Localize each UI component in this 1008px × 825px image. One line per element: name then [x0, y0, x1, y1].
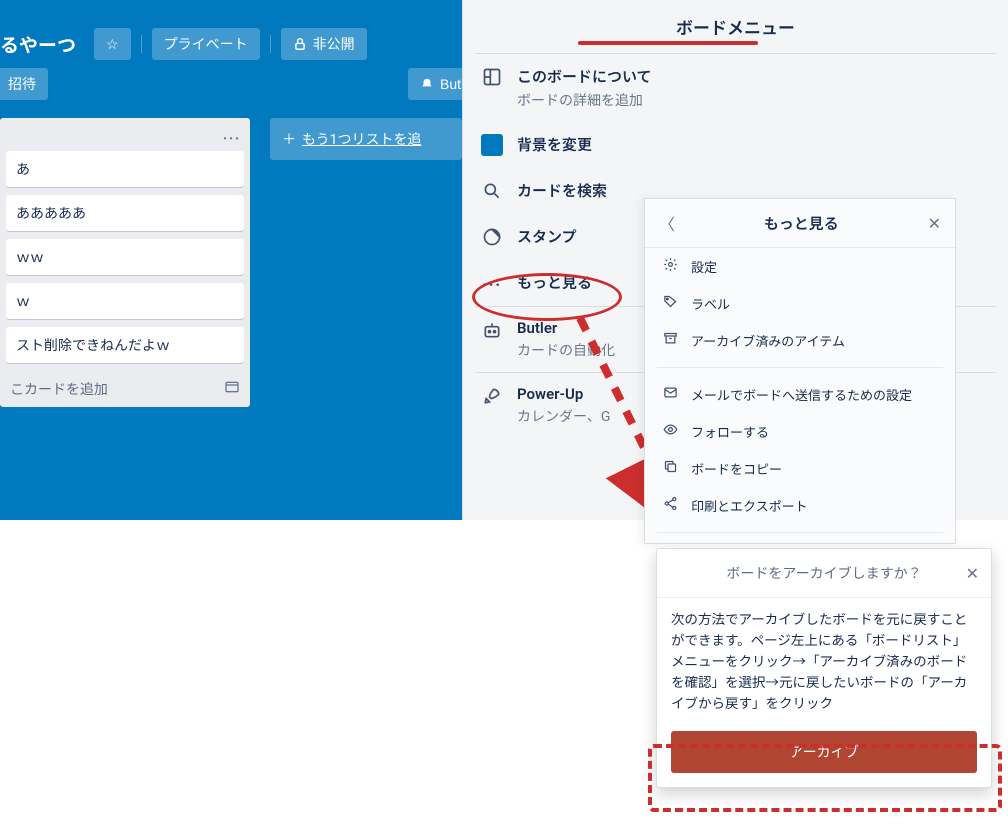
add-list-button[interactable]: ＋ もう1つリストを追 — [270, 118, 462, 160]
more-print-export[interactable]: 印刷とエクスポート — [645, 487, 955, 524]
visibility-private-button[interactable]: プライベート — [152, 28, 260, 60]
close-icon[interactable]: ✕ — [928, 214, 941, 233]
template-icon[interactable] — [224, 379, 240, 399]
back-icon[interactable]: 〈 — [659, 211, 675, 235]
invite-button[interactable]: 招待 — [0, 68, 48, 100]
mail-icon — [663, 385, 679, 404]
list-column: ⋯ あ あああああ ｗｗ ｗ スト削除できねんだよｗ こカードを追加 — [0, 118, 250, 407]
board-header: るやーつ ☆ プライベート 非公開 — [0, 28, 367, 60]
more-copy-board[interactable]: ボードをコピー — [645, 450, 955, 487]
more-settings[interactable]: 設定 — [645, 248, 955, 285]
sticker-icon — [481, 226, 503, 248]
list-card[interactable]: あ — [6, 151, 244, 187]
copy-icon — [663, 459, 679, 478]
archive-confirm-button[interactable]: アーカイブ — [671, 731, 977, 773]
more-menu-panel: 〈 もっと見る ✕ 設定 ラベル アーカイブ済みのアイテム メールでボードへ送信… — [644, 198, 956, 544]
list-card[interactable]: あああああ — [6, 195, 244, 231]
list-card[interactable]: ｗｗ — [6, 239, 244, 275]
search-icon — [481, 180, 503, 202]
confirm-header: ボードをアーカイブしますか？ ✕ — [657, 549, 991, 598]
more-follow[interactable]: フォローする — [645, 413, 955, 450]
more-archived-items[interactable]: アーカイブ済みのアイテム — [645, 322, 955, 359]
header-separator — [141, 35, 142, 53]
header-separator — [270, 35, 271, 53]
more-menu-header: 〈 もっと見る ✕ — [645, 199, 955, 248]
header-row-2: 招待 Butler — [0, 68, 489, 100]
background-swatch-icon — [481, 134, 503, 156]
gear-icon — [663, 257, 679, 276]
board-title: るやーつ — [0, 31, 84, 58]
board-menu-title: ボードメニュー — [463, 0, 1008, 53]
plus-icon: ＋ — [282, 129, 296, 149]
list-card[interactable]: スト削除できねんだよｗ — [6, 327, 244, 363]
menu-about-board[interactable]: このボードについて ボードの詳細を追加 — [463, 54, 1008, 122]
menu-divider — [657, 367, 943, 368]
tag-icon — [663, 294, 679, 313]
share-icon — [663, 496, 679, 515]
list-card[interactable]: ｗ — [6, 283, 244, 319]
unpublic-button[interactable]: 非公開 — [281, 28, 367, 60]
star-board-button[interactable]: ☆ — [94, 28, 131, 60]
star-icon: ☆ — [106, 36, 119, 53]
more-email-to-board[interactable]: メールでボードへ送信するための設定 — [645, 376, 955, 413]
lock-icon — [293, 37, 307, 51]
robot-icon — [481, 319, 503, 341]
eye-icon — [663, 422, 679, 441]
list-more-icon[interactable]: ⋯ — [222, 125, 242, 151]
confirm-body-text: 次の方法でアーカイブしたボードを元に戻すことができます。ページ左上にある「ボード… — [657, 598, 991, 727]
list-footer: こカードを追加 — [6, 371, 244, 401]
more-labels[interactable]: ラベル — [645, 285, 955, 322]
rocket-icon — [481, 385, 503, 407]
annotation-underline — [578, 41, 758, 45]
board-icon — [481, 66, 503, 88]
add-card-button[interactable]: こカードを追加 — [10, 379, 108, 399]
bell-icon — [420, 77, 434, 91]
more-icon: ⋯ — [481, 272, 503, 294]
archive-confirm-dialog: ボードをアーカイブしますか？ ✕ 次の方法でアーカイブしたボードを元に戻すことが… — [656, 548, 992, 788]
menu-divider — [657, 532, 943, 533]
list-header: ⋯ — [6, 124, 244, 151]
close-icon[interactable]: ✕ — [966, 564, 979, 583]
menu-change-background[interactable]: 背景を変更 — [463, 122, 1008, 168]
archive-icon — [663, 331, 679, 350]
